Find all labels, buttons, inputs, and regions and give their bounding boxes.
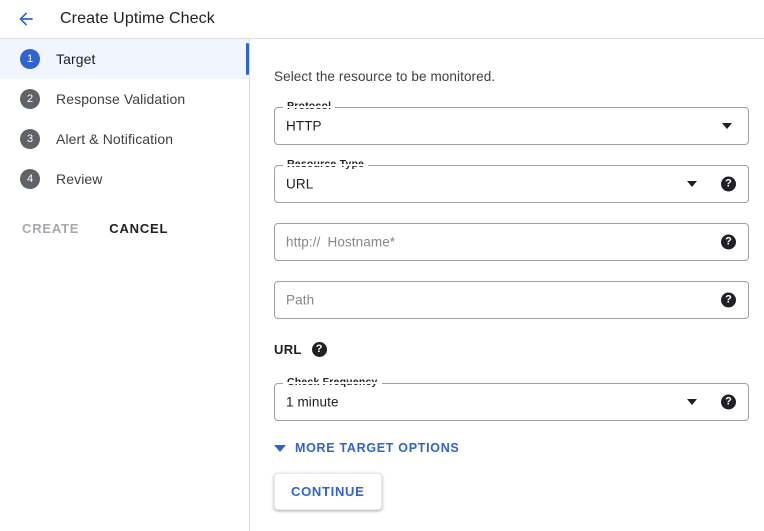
resource-type-select[interactable]: Resource Type URL ? xyxy=(274,165,749,203)
chevron-down-icon xyxy=(274,445,286,452)
step-number-badge: 2 xyxy=(20,89,40,109)
path-placeholder: Path xyxy=(286,293,314,308)
chevron-down-icon[interactable] xyxy=(722,123,732,129)
more-target-options-label: MORE TARGET OPTIONS xyxy=(295,441,459,455)
hostname-input[interactable]: http:// Hostname* ? xyxy=(274,223,749,261)
step-number-badge: 1 xyxy=(20,49,40,69)
step-number-badge: 4 xyxy=(20,169,40,189)
stepper-sidebar: 1 Target 2 Response Validation 3 Alert &… xyxy=(0,39,250,531)
field-outline xyxy=(274,281,749,319)
target-form-panel: Select the resource to be monitored. Pro… xyxy=(250,39,764,531)
help-icon[interactable]: ? xyxy=(721,235,736,250)
step-label: Response Validation xyxy=(56,91,185,107)
help-icon[interactable]: ? xyxy=(721,395,736,410)
sidebar-step-alert-notification[interactable]: 3 Alert & Notification xyxy=(0,119,249,159)
help-icon[interactable]: ? xyxy=(721,177,736,192)
url-label: URL xyxy=(274,342,302,357)
help-icon[interactable]: ? xyxy=(312,342,327,357)
protocol-select[interactable]: Protocol HTTP xyxy=(274,107,749,145)
url-summary-row: URL ? xyxy=(274,339,764,359)
step-label: Review xyxy=(56,171,103,187)
check-frequency-select[interactable]: Check Frequency 1 minute ? xyxy=(274,383,749,421)
field-notch xyxy=(283,106,335,108)
hostname-prefix: http:// xyxy=(286,235,320,250)
chevron-down-icon[interactable] xyxy=(687,181,697,187)
sidebar-step-target[interactable]: 1 Target xyxy=(0,39,249,79)
path-input[interactable]: Path ? xyxy=(274,281,749,319)
field-outline xyxy=(274,107,749,145)
step-label: Alert & Notification xyxy=(56,131,173,147)
check-frequency-value: 1 minute xyxy=(286,395,339,410)
help-icon[interactable]: ? xyxy=(721,293,736,308)
sidebar-step-response-validation[interactable]: 2 Response Validation xyxy=(0,79,249,119)
chevron-down-icon[interactable] xyxy=(687,399,697,405)
continue-button[interactable]: CONTINUE xyxy=(274,473,382,510)
more-target-options-toggle[interactable]: MORE TARGET OPTIONS xyxy=(274,441,459,455)
step-label: Target xyxy=(56,51,96,67)
field-notch xyxy=(283,382,382,384)
sidebar-actions: CREATE CANCEL xyxy=(0,221,249,236)
field-outline xyxy=(274,383,749,421)
page-body: 1 Target 2 Response Validation 3 Alert &… xyxy=(0,39,764,531)
hostname-placeholder-text: Hostname* xyxy=(327,235,395,250)
back-arrow-icon[interactable] xyxy=(14,7,38,31)
sidebar-step-review[interactable]: 4 Review xyxy=(0,159,249,199)
field-notch xyxy=(283,164,368,166)
resource-type-value: URL xyxy=(286,177,313,192)
step-number-badge: 3 xyxy=(20,129,40,149)
app-header: Create Uptime Check xyxy=(0,0,764,39)
cancel-button[interactable]: CANCEL xyxy=(109,221,168,236)
field-outline xyxy=(274,165,749,203)
create-button[interactable]: CREATE xyxy=(22,221,79,236)
protocol-value: HTTP xyxy=(286,119,322,134)
hostname-placeholder: http:// Hostname* xyxy=(286,235,395,250)
form-intro-text: Select the resource to be monitored. xyxy=(274,69,764,84)
page-title: Create Uptime Check xyxy=(60,10,215,28)
